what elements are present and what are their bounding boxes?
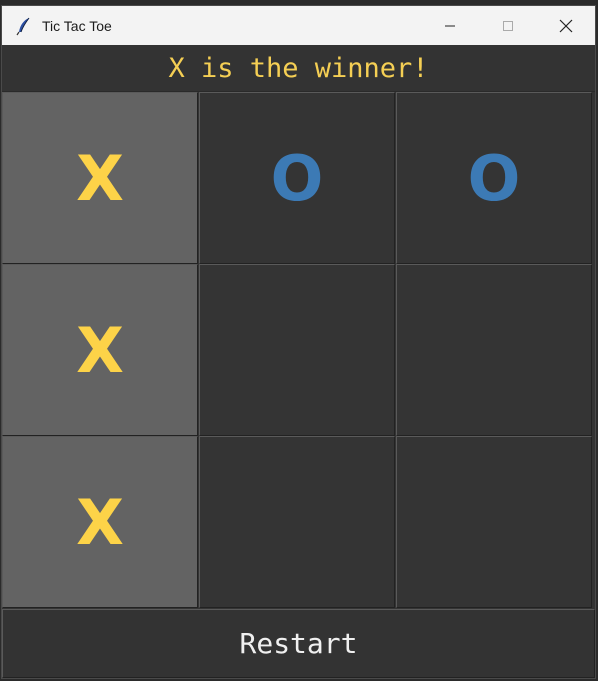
board-cell-4[interactable]: [199, 264, 395, 436]
board-cell-2[interactable]: O: [396, 92, 592, 264]
app-window: Tic Tac Toe X is the winner! X O O X X R…: [1, 5, 596, 679]
board-cell-8[interactable]: [396, 436, 592, 608]
board-cell-1[interactable]: O: [199, 92, 395, 264]
board-cell-0[interactable]: X: [2, 92, 198, 264]
board-cell-5[interactable]: [396, 264, 592, 436]
title-bar[interactable]: Tic Tac Toe: [2, 6, 595, 45]
board-cell-7[interactable]: [199, 436, 395, 608]
minimize-icon: [445, 25, 455, 26]
close-button[interactable]: [537, 6, 595, 45]
board-cell-6[interactable]: X: [2, 436, 198, 608]
maximize-icon: [503, 20, 513, 31]
close-icon: [559, 19, 573, 32]
window-title: Tic Tac Toe: [42, 17, 112, 34]
feather-icon: [16, 17, 30, 35]
status-label: X is the winner!: [2, 45, 595, 92]
restart-button[interactable]: Restart: [2, 609, 595, 678]
board-cell-3[interactable]: X: [2, 264, 198, 436]
game-board: X O O X X: [2, 92, 595, 610]
window-controls: [421, 6, 595, 45]
minimize-button[interactable]: [421, 6, 479, 45]
maximize-button[interactable]: [479, 6, 537, 45]
